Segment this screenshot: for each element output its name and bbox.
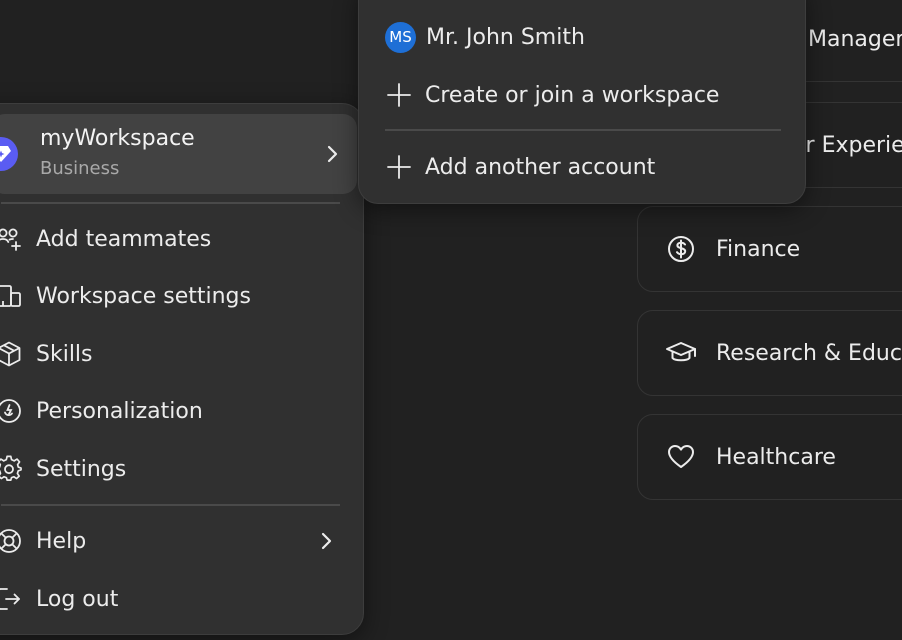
account-name: Mr. John Smith: [426, 24, 585, 50]
add-account-label: Add another account: [425, 154, 656, 180]
create-join-workspace-button[interactable]: Create or join a workspace: [385, 72, 785, 118]
plus-icon: [385, 81, 413, 109]
menu-item-label: Skills: [36, 341, 93, 367]
account-submenu: MS Mr. John Smith Create or join a works…: [358, 0, 806, 204]
create-join-label: Create or join a workspace: [425, 82, 720, 108]
profile-menu: myWorkspace Business Add teammates Works…: [0, 103, 364, 635]
lifebuoy-icon: [0, 527, 23, 555]
dollar-circle-icon: [664, 232, 698, 266]
building-icon: [0, 282, 23, 310]
category-card-research[interactable]: Research & Educa: [637, 310, 902, 396]
category-card-healthcare[interactable]: Healthcare: [637, 414, 902, 500]
logout-icon: [0, 585, 23, 613]
menu-item-personalization[interactable]: Personalization: [0, 387, 331, 435]
account-item-current-user[interactable]: MS Mr. John Smith: [385, 14, 785, 60]
plus-icon: [385, 153, 413, 181]
category-card-finance[interactable]: Finance: [637, 206, 902, 292]
menu-item-settings[interactable]: Settings: [0, 445, 331, 493]
chevron-right-icon: [321, 142, 343, 166]
workspace-switcher[interactable]: myWorkspace Business: [0, 114, 357, 194]
menu-divider: [1, 202, 340, 204]
menu-item-skills[interactable]: Skills: [0, 330, 331, 378]
menu-item-workspace-settings[interactable]: Workspace settings: [0, 272, 331, 320]
category-label: Research & Educa: [716, 340, 902, 366]
app-background: Managem er Experie Finance Research & Ed…: [0, 0, 902, 640]
menu-item-label: Settings: [36, 456, 127, 482]
category-label: Finance: [716, 236, 801, 262]
menu-item-label: Personalization: [36, 398, 203, 424]
add-another-account-button[interactable]: Add another account: [385, 144, 785, 190]
submenu-divider: [385, 129, 781, 131]
gear-icon: [0, 455, 23, 483]
workspace-plan: Business: [40, 158, 120, 179]
cube-icon: [0, 340, 23, 368]
heart-icon: [664, 440, 698, 474]
menu-item-label: Help: [36, 528, 87, 554]
add-people-icon: [0, 225, 23, 253]
personalization-icon: [0, 397, 23, 425]
menu-item-help[interactable]: Help: [0, 517, 332, 565]
diamond-sparkle-icon: [0, 137, 18, 171]
menu-item-log-out[interactable]: Log out: [0, 575, 331, 623]
menu-item-label: Workspace settings: [36, 283, 251, 309]
graduation-cap-icon: [664, 336, 698, 370]
menu-item-label: Log out: [36, 586, 119, 612]
avatar: MS: [385, 21, 416, 53]
chevron-right-icon: [315, 529, 337, 553]
menu-item-add-teammates[interactable]: Add teammates: [0, 215, 331, 263]
menu-divider: [1, 504, 340, 506]
workspace-name: myWorkspace: [40, 126, 195, 151]
category-label: Healthcare: [716, 444, 836, 470]
menu-item-label: Add teammates: [36, 226, 212, 252]
